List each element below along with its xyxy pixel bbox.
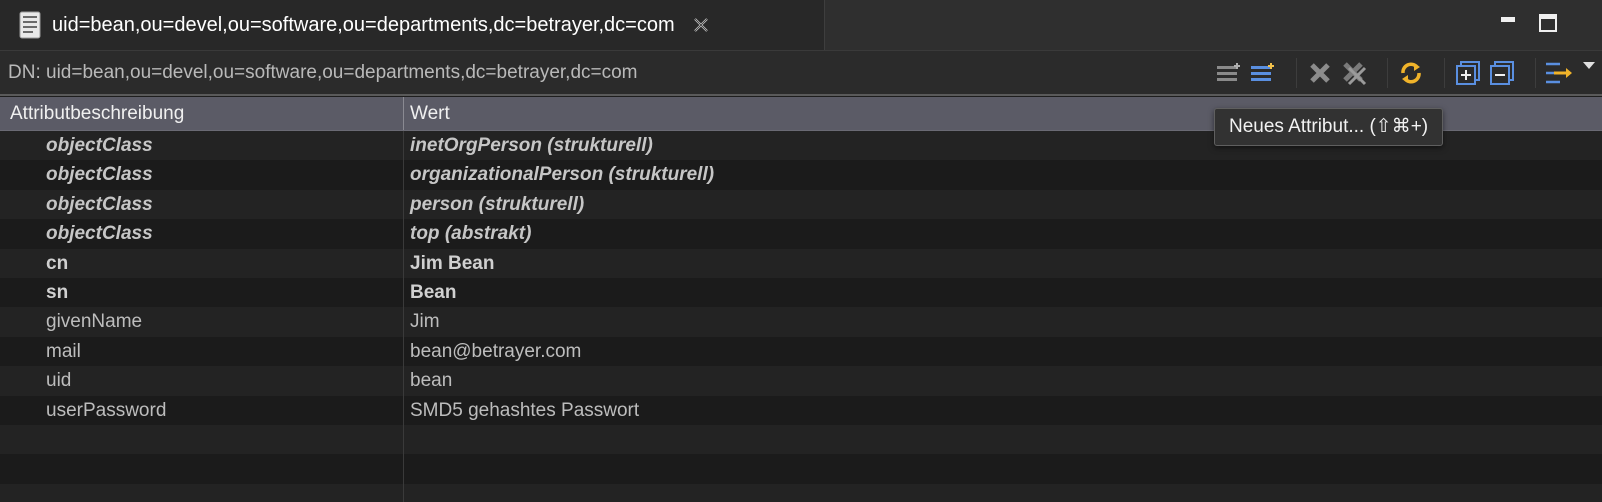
- table-row[interactable]: cn Jim Bean: [0, 248, 1602, 278]
- attribute-value-cell[interactable]: top (abstrakt): [404, 219, 1602, 248]
- expand-all-button[interactable]: [1451, 56, 1485, 90]
- attribute-value-cell[interactable]: Jim: [404, 307, 1602, 336]
- attribute-name-cell[interactable]: [0, 424, 404, 455]
- table-row[interactable]: mail bean@betrayer.com: [0, 336, 1602, 367]
- close-icon[interactable]: [689, 13, 713, 37]
- toolbar-separator: [1296, 57, 1297, 88]
- delete-all-button[interactable]: [1337, 56, 1371, 90]
- tab-title: uid=bean,ou=devel,ou=software,ou=departm…: [52, 13, 675, 36]
- table-row[interactable]: objectClass organizationalPerson (struktu…: [0, 160, 1602, 190]
- toolbar-separator: [1387, 57, 1388, 88]
- table-row[interactable]: objectClass top (abstrakt): [0, 219, 1602, 249]
- refresh-icon: [1401, 62, 1421, 83]
- new-attribute-button[interactable]: [1246, 56, 1280, 90]
- attribute-name-cell[interactable]: cn: [0, 248, 404, 278]
- attribute-name-cell[interactable]: mail: [0, 336, 404, 367]
- table-row[interactable]: givenName Jim: [0, 307, 1602, 337]
- new-value-icon: [1217, 62, 1240, 81]
- attribute-name-cell[interactable]: sn: [0, 277, 404, 308]
- attribute-value-cell[interactable]: bean@betrayer.com: [404, 337, 1602, 366]
- table-row[interactable]: [0, 483, 1602, 502]
- collapse-all-icon: [1490, 60, 1514, 85]
- table-row[interactable]: sn Bean: [0, 277, 1602, 308]
- entry-editor-window: uid=bean,ou=devel,ou=software,ou=departm…: [0, 0, 1602, 502]
- table-row[interactable]: objectClass person (strukturell): [0, 189, 1602, 220]
- column-header-attribute[interactable]: Attributbeschreibung: [0, 97, 404, 130]
- attribute-value-cell[interactable]: [404, 484, 1602, 502]
- attribute-value-cell[interactable]: person (strukturell): [404, 190, 1602, 219]
- attribute-value-cell[interactable]: Bean: [404, 278, 1602, 307]
- attribute-name-cell[interactable]: objectClass: [0, 160, 404, 190]
- attribute-value-cell[interactable]: SMD5 gehashtes Passwort: [404, 396, 1602, 425]
- table-row[interactable]: [0, 454, 1602, 484]
- toolbar-separator: [1535, 57, 1536, 88]
- attribute-name-cell[interactable]: objectClass: [0, 219, 404, 249]
- attribute-value-cell[interactable]: organizationalPerson (strukturell): [404, 160, 1602, 189]
- dn-bar: DN: uid=bean,ou=devel,ou=software,ou=dep…: [0, 51, 1602, 96]
- table-row[interactable]: userPassword SMD5 gehashtes Passwort: [0, 395, 1602, 425]
- tab-entry-editor[interactable]: uid=bean,ou=devel,ou=software,ou=departm…: [0, 0, 825, 50]
- dn-label: DN: uid=bean,ou=devel,ou=software,ou=dep…: [8, 61, 638, 83]
- tooltip-new-attribute: Neues Attribut... (⇧⌘+): [1214, 108, 1444, 146]
- entry-toolbar: [1212, 51, 1602, 94]
- tab-strip: uid=bean,ou=devel,ou=software,ou=departm…: [0, 0, 1602, 51]
- maximize-button[interactable]: [1537, 12, 1559, 34]
- new-attribute-icon: [1251, 62, 1274, 81]
- attribute-name-cell[interactable]: [0, 454, 404, 484]
- attribute-value-cell[interactable]: bean: [404, 366, 1602, 395]
- attribute-name-cell[interactable]: objectClass: [0, 131, 404, 161]
- delete-value-button[interactable]: [1303, 56, 1337, 90]
- dropdown-triangle-icon: [1583, 61, 1595, 69]
- attribute-value-cell[interactable]: Jim Bean: [404, 249, 1602, 278]
- delete-all-icon: [1343, 61, 1367, 85]
- attribute-value-cell[interactable]: [404, 454, 1602, 483]
- attribute-table: Attributbeschreibung Wert objectClass ine…: [0, 97, 1602, 502]
- toolbar-separator: [1444, 57, 1445, 88]
- refresh-button[interactable]: [1394, 56, 1428, 90]
- filter-icon: [1546, 62, 1572, 83]
- attribute-name-cell[interactable]: [0, 483, 404, 502]
- table-row[interactable]: uid bean: [0, 366, 1602, 396]
- attribute-name-cell[interactable]: givenName: [0, 307, 404, 337]
- attribute-name-cell[interactable]: objectClass: [0, 189, 404, 220]
- attribute-value-cell[interactable]: [404, 425, 1602, 454]
- view-menu-button[interactable]: [1576, 56, 1602, 90]
- new-value-button[interactable]: [1212, 56, 1246, 90]
- filter-button[interactable]: [1542, 56, 1576, 90]
- attribute-name-cell[interactable]: uid: [0, 366, 404, 396]
- collapse-all-button[interactable]: [1485, 56, 1519, 90]
- entry-document-icon: [14, 9, 46, 41]
- table-body: objectClass inetOrgPerson (strukturell) ob…: [0, 131, 1602, 502]
- attribute-name-cell[interactable]: userPassword: [0, 395, 404, 425]
- minimize-button[interactable]: [1497, 12, 1519, 34]
- delete-icon: [1310, 62, 1330, 83]
- table-row[interactable]: [0, 424, 1602, 455]
- expand-all-icon: [1456, 60, 1480, 85]
